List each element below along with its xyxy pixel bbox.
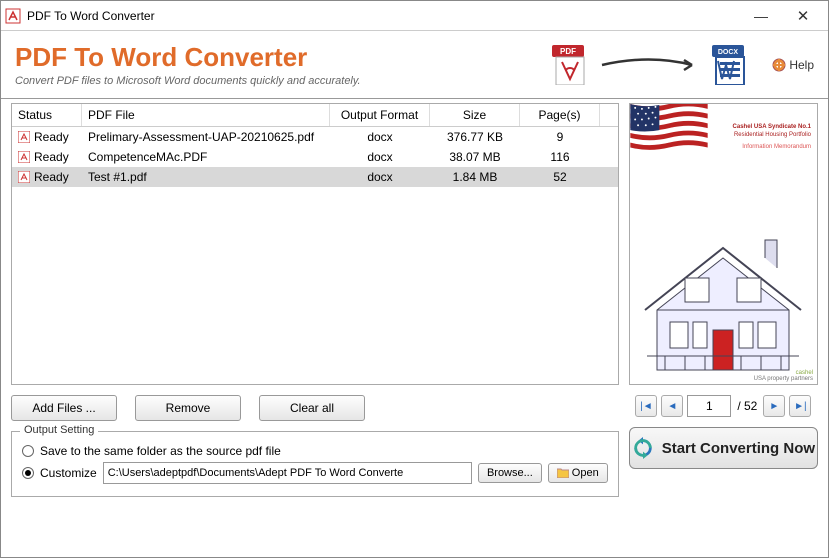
window-titlebar: PDF To Word Converter — ✕ [1, 1, 828, 31]
app-icon [5, 8, 21, 24]
add-files-button[interactable]: Add Files ... [11, 395, 117, 421]
minimize-button[interactable]: — [740, 3, 782, 29]
last-page-button[interactable]: ►| [789, 395, 811, 417]
pdf-icon: PDF [552, 45, 588, 85]
conversion-graphic: PDF DOCX [552, 45, 748, 85]
start-converting-button[interactable]: Start Converting Now [629, 427, 818, 469]
prev-page-button[interactable]: ◄ [661, 395, 683, 417]
preview-footer: cashel USA property partners [754, 370, 813, 382]
docx-icon: DOCX [712, 45, 748, 85]
help-icon [772, 58, 786, 72]
radio-same-folder[interactable] [22, 445, 34, 457]
app-subtitle: Convert PDF files to Microsoft Word docu… [15, 75, 361, 87]
window-title: PDF To Word Converter [27, 9, 740, 23]
browse-button[interactable]: Browse... [478, 463, 542, 483]
house-illustration [635, 230, 811, 380]
open-label: Open [572, 467, 599, 479]
table-row[interactable]: ReadyCompetenceMAc.PDFdocx38.07 MB116 [12, 147, 618, 167]
next-page-button[interactable]: ► [763, 395, 785, 417]
output-path-input[interactable] [103, 462, 472, 484]
remove-button[interactable]: Remove [135, 395, 241, 421]
col-status-header[interactable]: Status [12, 104, 82, 126]
preview-pane: Cashel USA Syndicate No.1 Residential Ho… [629, 103, 818, 385]
col-pages-header[interactable]: Page(s) [520, 104, 600, 126]
file-table: Status PDF File Output Format Size Page(… [11, 103, 619, 385]
help-label: Help [789, 58, 814, 72]
arrow-icon [600, 56, 700, 74]
page-total-label: / 52 [735, 399, 759, 413]
us-flag-icon [630, 104, 708, 162]
start-label: Start Converting Now [662, 440, 815, 457]
header: PDF To Word Converter Convert PDF files … [1, 31, 828, 99]
output-setting-group: Output Setting Save to the same folder a… [11, 431, 619, 497]
page-number-input[interactable] [687, 395, 731, 417]
preview-doc-meta: Cashel USA Syndicate No.1 Residential Ho… [733, 124, 811, 151]
refresh-icon [632, 437, 654, 459]
radio-customize[interactable] [22, 467, 34, 479]
output-legend: Output Setting [20, 424, 98, 436]
col-size-header[interactable]: Size [430, 104, 520, 126]
pager: |◄ ◄ / 52 ► ►| [629, 395, 818, 417]
open-folder-button[interactable]: Open [548, 463, 608, 483]
help-button[interactable]: Help [772, 58, 814, 72]
col-format-header[interactable]: Output Format [330, 104, 430, 126]
table-header: Status PDF File Output Format Size Page(… [12, 104, 618, 127]
customize-label: Customize [40, 466, 97, 480]
same-folder-label: Save to the same folder as the source pd… [40, 444, 281, 458]
close-button[interactable]: ✕ [782, 3, 824, 29]
clear-all-button[interactable]: Clear all [259, 395, 365, 421]
table-row[interactable]: ReadyTest #1.pdfdocx1.84 MB52 [12, 167, 618, 187]
folder-icon [557, 468, 569, 478]
app-heading: PDF To Word Converter [15, 42, 361, 73]
svg-text:DOCX: DOCX [718, 49, 739, 56]
svg-text:PDF: PDF [560, 47, 576, 56]
col-file-header[interactable]: PDF File [82, 104, 330, 126]
table-row[interactable]: ReadyPrelimary-Assessment-UAP-20210625.p… [12, 127, 618, 147]
first-page-button[interactable]: |◄ [635, 395, 657, 417]
